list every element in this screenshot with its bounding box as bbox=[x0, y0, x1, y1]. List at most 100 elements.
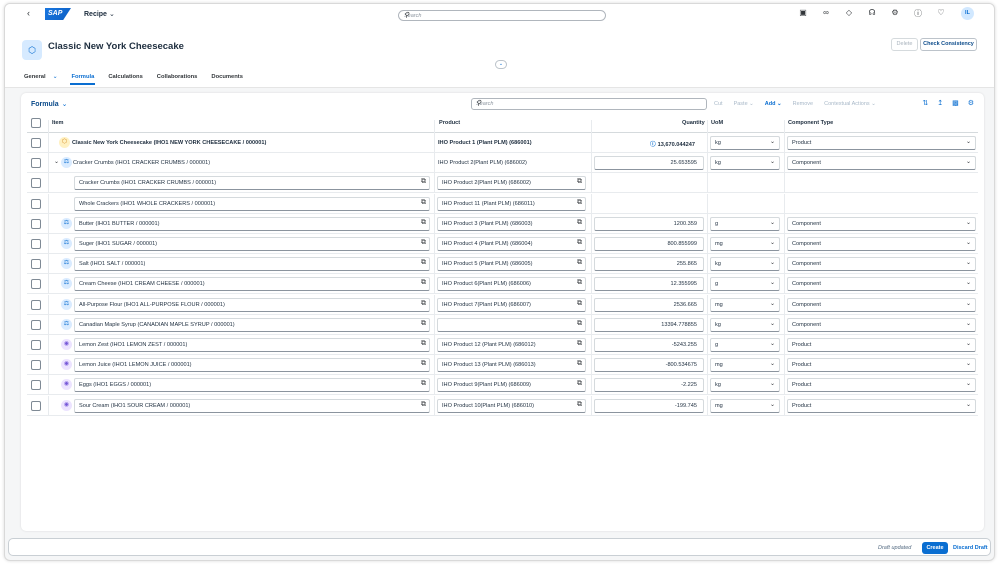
cut-button[interactable]: Cut bbox=[714, 101, 723, 107]
copy-icon[interactable]: ⧉ bbox=[577, 300, 582, 308]
row-checkbox[interactable] bbox=[31, 138, 41, 148]
bell-icon[interactable]: ♡ bbox=[936, 8, 946, 19]
component-type-select[interactable]: Component ⌄ bbox=[787, 317, 976, 332]
tab-collaborations[interactable]: Collaborations bbox=[156, 74, 199, 85]
column-uom[interactable]: UoM bbox=[711, 120, 723, 126]
item-field[interactable]: Suger (IHO1 SUGAR / 000001) ⧉ bbox=[74, 237, 430, 251]
sort-icon[interactable]: ⇅ bbox=[922, 99, 928, 107]
binoculars-icon[interactable]: ∞ bbox=[821, 8, 831, 19]
copy-icon[interactable]: ⧉ bbox=[421, 219, 426, 227]
copy-icon[interactable]: ⧉ bbox=[577, 259, 582, 267]
table-row[interactable]: ⚖ All-Purpose Flour (IHO1 ALL-PURPOSE FLO… bbox=[27, 294, 978, 315]
tab-documents[interactable]: Documents bbox=[210, 74, 244, 85]
component-type-select[interactable]: Component ⌄ bbox=[787, 257, 976, 272]
row-checkbox[interactable] bbox=[31, 158, 41, 169]
group-icon[interactable]: ▩ bbox=[952, 99, 959, 107]
item-field[interactable]: Sour Cream (IHO1 SOUR CREAM / 000001) ⧉ bbox=[74, 398, 430, 413]
expand-chevron-icon[interactable]: ⌄ bbox=[54, 158, 59, 165]
formula-title-menu[interactable]: Formula ⌄ bbox=[31, 100, 68, 108]
settings-icon[interactable]: ⚙ bbox=[968, 99, 974, 107]
product-field[interactable]: IHO Product 6(Plant PLM) (686006) ⧉ bbox=[437, 277, 586, 292]
item-field[interactable]: All-Purpose Flour (IHO1 ALL-PURPOSE FLOU… bbox=[74, 297, 430, 312]
info-icon[interactable]: ⓘ bbox=[650, 142, 656, 148]
product-field[interactable]: IHO Product 11 (Plant PLM) (686011) ⧉ bbox=[437, 196, 586, 211]
copy-icon[interactable]: ⧉ bbox=[421, 300, 426, 308]
component-type-select[interactable]: Product ⌄ bbox=[787, 358, 976, 373]
row-checkbox[interactable] bbox=[31, 319, 41, 330]
copy-icon[interactable]: ⧉ bbox=[577, 401, 582, 409]
copy-icon[interactable]: ⧉ bbox=[421, 279, 426, 287]
column-component-type[interactable]: Component Type bbox=[788, 120, 833, 126]
copy-icon[interactable]: ⧉ bbox=[577, 340, 582, 348]
uom-select[interactable]: kg ⌄ bbox=[710, 136, 780, 150]
sap-logo[interactable]: SAP bbox=[45, 8, 71, 20]
copy-icon[interactable]: ⧉ bbox=[421, 360, 426, 368]
quantity-input[interactable]: 13394.778855 bbox=[594, 317, 704, 332]
product-field[interactable]: IHO Product 9(Plant PLM) (686009) ⧉ bbox=[437, 378, 586, 393]
table-row[interactable]: ◉ Sour Cream (IHO1 SOUR CREAM / 000001) ⧉ I… bbox=[27, 395, 978, 416]
quantity-input[interactable]: -2.225 bbox=[594, 378, 704, 393]
component-type-select[interactable]: Component ⌄ bbox=[787, 156, 976, 171]
copy-icon[interactable]: ⧉ bbox=[577, 239, 582, 247]
diamond-icon[interactable]: ◇ bbox=[844, 8, 854, 19]
uom-select[interactable]: g ⌄ bbox=[710, 338, 780, 352]
headset-icon[interactable]: ☊ bbox=[867, 8, 877, 19]
product-field[interactable]: IHO Product 7(Plant PLM) (686007) ⧉ bbox=[437, 297, 586, 312]
check-consistency-button[interactable]: Check Consistency bbox=[920, 38, 977, 51]
table-row[interactable]: ◉ Lemon Zest (IHO1 LEMON ZEST / 000001) ⧉ I… bbox=[27, 335, 978, 355]
product-field[interactable]: IHO Product 2(Plant PLM) (686002) ⧉ bbox=[437, 176, 586, 191]
copy-icon[interactable]: ⧉ bbox=[421, 199, 426, 207]
collapse-header-button[interactable]: ⌄ bbox=[495, 60, 507, 69]
quantity-input[interactable]: 25.653595 bbox=[594, 156, 704, 171]
item-field[interactable]: Cracker Crumbs (IHO1 CRACKER CRUMBS / 00… bbox=[74, 176, 430, 191]
component-type-select[interactable]: Component ⌄ bbox=[787, 277, 976, 292]
row-checkbox[interactable] bbox=[31, 400, 41, 411]
copy-icon[interactable]: ⧉ bbox=[577, 360, 582, 368]
copy-icon[interactable]: ⧉ bbox=[421, 320, 426, 328]
row-checkbox[interactable] bbox=[31, 279, 41, 290]
tab-formula[interactable]: Formula bbox=[70, 74, 96, 85]
quantity-input[interactable]: 800.855999 bbox=[594, 237, 704, 251]
app-title-menu[interactable]: Recipe ⌄ bbox=[84, 10, 115, 18]
column-quantity[interactable]: Quantity bbox=[682, 120, 705, 126]
copy-icon[interactable]: ⧉ bbox=[577, 380, 582, 388]
collapse-all-icon[interactable]: ↥ bbox=[937, 99, 943, 107]
table-row[interactable]: ⚖ Butter (IHO1 BUTTER / 000001) ⧉ IHO Produ… bbox=[27, 213, 978, 234]
product-field[interactable]: IHO Product 5 (Plant PLM) (686005) ⧉ bbox=[437, 257, 586, 272]
table-row[interactable]: Whole Crackers (IHO1 WHOLE CRACKERS / 00… bbox=[27, 193, 978, 214]
copy-icon[interactable]: ⧉ bbox=[421, 401, 426, 409]
search-icon[interactable]: ⚲ bbox=[404, 11, 601, 19]
copy-icon[interactable]: ⧉ bbox=[421, 380, 426, 388]
row-checkbox[interactable] bbox=[31, 259, 41, 270]
remove-button[interactable]: Remove bbox=[793, 101, 813, 107]
item-field[interactable]: Cream Cheese (IHO1 CREAM CHEESE / 000001… bbox=[74, 277, 430, 292]
add-button[interactable]: Add ⌄ bbox=[765, 101, 782, 107]
component-type-select[interactable]: Component ⌄ bbox=[787, 297, 976, 312]
product-field[interactable]: IHO Product 3 (Plant PLM) (686003) ⧉ bbox=[437, 216, 586, 231]
uom-select[interactable]: kg ⌄ bbox=[710, 378, 780, 393]
table-row[interactable]: ⚖ Suger (IHO1 SUGAR / 000001) ⧉ IHO Product… bbox=[27, 234, 978, 254]
copy-icon[interactable]: ⧉ bbox=[421, 259, 426, 267]
uom-select[interactable]: kg ⌄ bbox=[710, 257, 780, 272]
table-row[interactable]: ⚖ Salt (IHO1 SALT / 000001) ⧉ IHO Product 5… bbox=[27, 254, 978, 275]
table-row[interactable]: ⌄ ⚖ Cracker Crumbs (IHO1 CRACKER CRUMBS / … bbox=[27, 153, 978, 174]
create-button[interactable]: Create bbox=[922, 542, 948, 554]
component-type-select[interactable]: Product ⌄ bbox=[787, 338, 976, 352]
feedback-icon[interactable]: ▣ bbox=[798, 8, 808, 19]
item-field[interactable]: Butter (IHO1 BUTTER / 000001) ⧉ bbox=[74, 216, 430, 231]
product-field[interactable]: IHO Product 10(Plant PLM) (686010) ⧉ bbox=[437, 398, 586, 413]
uom-select[interactable]: mg ⌄ bbox=[710, 297, 780, 312]
product-field[interactable]: IHO Product 4 (Plant PLM) (686004) ⧉ bbox=[437, 237, 586, 251]
component-type-select[interactable]: Component ⌄ bbox=[787, 216, 976, 231]
item-field[interactable]: Lemon Juice (IHO1 LEMON JUICE / 000001) ⧉ bbox=[74, 358, 430, 373]
row-checkbox[interactable] bbox=[31, 340, 41, 350]
quantity-input[interactable]: -800.534675 bbox=[594, 358, 704, 373]
column-item[interactable]: Item bbox=[52, 120, 64, 126]
tab-calculations[interactable]: Calculations bbox=[107, 74, 143, 85]
uom-select[interactable]: g ⌄ bbox=[710, 216, 780, 231]
component-type-select[interactable]: Product ⌄ bbox=[787, 398, 976, 413]
quantity-input[interactable]: -5243.255 bbox=[594, 338, 704, 352]
uom-select[interactable]: kg ⌄ bbox=[710, 156, 780, 171]
copy-icon[interactable]: ⧉ bbox=[421, 340, 426, 348]
copy-icon[interactable]: ⧉ bbox=[421, 178, 426, 186]
